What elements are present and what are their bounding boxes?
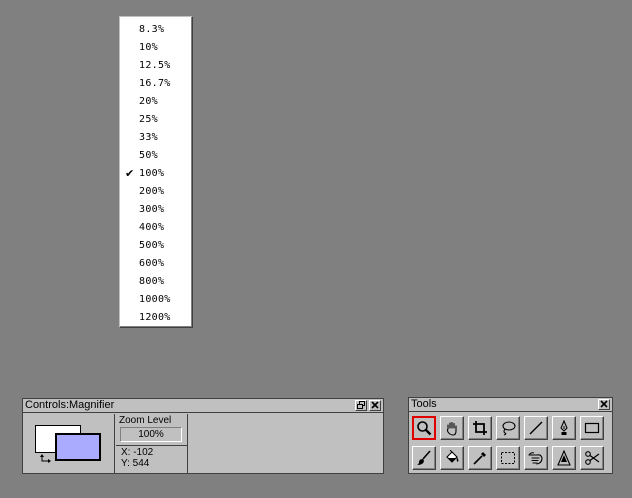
zoom-option-label: 33%	[139, 132, 158, 143]
zoom-option-label: 300%	[139, 204, 165, 215]
scissors-tool[interactable]	[580, 446, 604, 470]
controls-title: Controls:Magnifier	[25, 399, 115, 411]
zoom-level-section: Zoom Level 100% X: -102 Y: 544	[116, 414, 188, 473]
fill-bucket-icon	[446, 450, 459, 463]
text-tool[interactable]	[552, 446, 576, 470]
zoom-option-label: 800%	[139, 276, 165, 287]
zoom-level-label: Zoom Level	[119, 415, 172, 426]
brush-tool[interactable]	[412, 446, 436, 470]
y-coordinate-readout: Y: 544	[121, 458, 150, 469]
tools-panel: Tools	[408, 397, 613, 474]
zoom-option-label: 200%	[139, 186, 165, 197]
marquee-icon	[501, 452, 515, 464]
close-icon	[600, 400, 608, 408]
tools-titlebar[interactable]: Tools	[409, 398, 612, 412]
zoom-option-10[interactable]: 10%	[120, 39, 192, 57]
zoom-option-50[interactable]: 50%	[120, 147, 192, 165]
zoom-option-label: 400%	[139, 222, 165, 233]
zoom-option-label: 500%	[139, 240, 165, 251]
zoom-option-label: 20%	[139, 96, 158, 107]
brush-icon	[417, 450, 431, 465]
zoom-option-label: 600%	[139, 258, 165, 269]
zoom-option-label: 10%	[139, 42, 158, 53]
line-tool[interactable]	[524, 416, 548, 440]
zoom-option-8-3[interactable]: 8.3%	[120, 21, 192, 39]
close-icon	[371, 401, 379, 409]
checkmark-icon: ✔	[125, 167, 135, 180]
swap-colors-icon[interactable]	[40, 454, 52, 466]
zoom-option-300[interactable]: 300%	[120, 201, 192, 219]
eyedropper-icon	[473, 452, 486, 465]
zoom-option-12-5[interactable]: 12.5%	[120, 57, 192, 75]
controls-close-button[interactable]	[369, 400, 381, 411]
x-coordinate-readout: X: -102	[121, 447, 154, 458]
zoom-option-500[interactable]: 500%	[120, 237, 192, 255]
fill-bucket-tool[interactable]	[440, 446, 464, 470]
zoom-option-33[interactable]: 33%	[120, 129, 192, 147]
text-icon	[557, 450, 571, 466]
restore-button[interactable]	[355, 400, 367, 411]
zoom-option-label: 1200%	[139, 312, 171, 323]
zoom-level-field[interactable]: 100%	[120, 427, 182, 442]
crop-icon	[473, 421, 487, 435]
magnifier-tool[interactable]	[412, 416, 436, 440]
zoom-option-label: 8.3%	[139, 24, 165, 35]
lasso-tool[interactable]	[496, 416, 520, 440]
zoom-option-label: 25%	[139, 114, 158, 125]
zoom-option-label: 1000%	[139, 294, 171, 305]
hand-tool[interactable]	[440, 416, 464, 440]
crop-tool[interactable]	[468, 416, 492, 440]
pan-hand-tool[interactable]	[524, 446, 548, 470]
zoom-option-100[interactable]: ✔ 100%	[120, 165, 192, 183]
zoom-option-200[interactable]: 200%	[120, 183, 192, 201]
hand-icon	[446, 421, 457, 436]
zoom-option-800[interactable]: 800%	[120, 273, 192, 291]
zoom-level-menu: 8.3% 10% 12.5% 16.7% 20% 25% 33% 50% ✔ 1…	[119, 16, 193, 328]
zoom-option-25[interactable]: 25%	[120, 111, 192, 129]
rectangle-icon	[584, 422, 600, 434]
zoom-option-label: 12.5%	[139, 60, 171, 71]
zoom-option-label: 100%	[139, 168, 165, 179]
scissors-icon	[585, 451, 600, 465]
pen-icon	[560, 420, 568, 435]
magnifier-icon	[417, 421, 432, 436]
line-icon	[529, 421, 543, 435]
pen-tool[interactable]	[552, 416, 576, 440]
zoom-option-20[interactable]: 20%	[120, 93, 192, 111]
tools-title: Tools	[411, 398, 437, 410]
zoom-option-600[interactable]: 600%	[120, 255, 192, 273]
controls-magnifier-panel: Controls:Magnifier Zoom Level 100% X: -1…	[22, 398, 384, 474]
zoom-option-label: 50%	[139, 150, 158, 161]
marquee-tool[interactable]	[496, 446, 520, 470]
zoom-option-1200[interactable]: 1200%	[120, 309, 192, 327]
controls-titlebar[interactable]: Controls:Magnifier	[23, 399, 383, 413]
eyedropper-tool[interactable]	[468, 446, 492, 470]
lasso-icon	[502, 421, 516, 436]
restore-icon	[357, 401, 365, 409]
zoom-option-label: 16.7%	[139, 78, 171, 89]
pan-hand-icon	[528, 452, 543, 465]
color-swatch-area	[23, 414, 115, 473]
zoom-option-16-7[interactable]: 16.7%	[120, 75, 192, 93]
divider	[116, 445, 187, 446]
background-color-swatch[interactable]	[55, 433, 101, 461]
tools-close-button[interactable]	[598, 399, 610, 410]
rectangle-tool[interactable]	[580, 416, 604, 440]
zoom-option-1000[interactable]: 1000%	[120, 291, 192, 309]
zoom-option-400[interactable]: 400%	[120, 219, 192, 237]
